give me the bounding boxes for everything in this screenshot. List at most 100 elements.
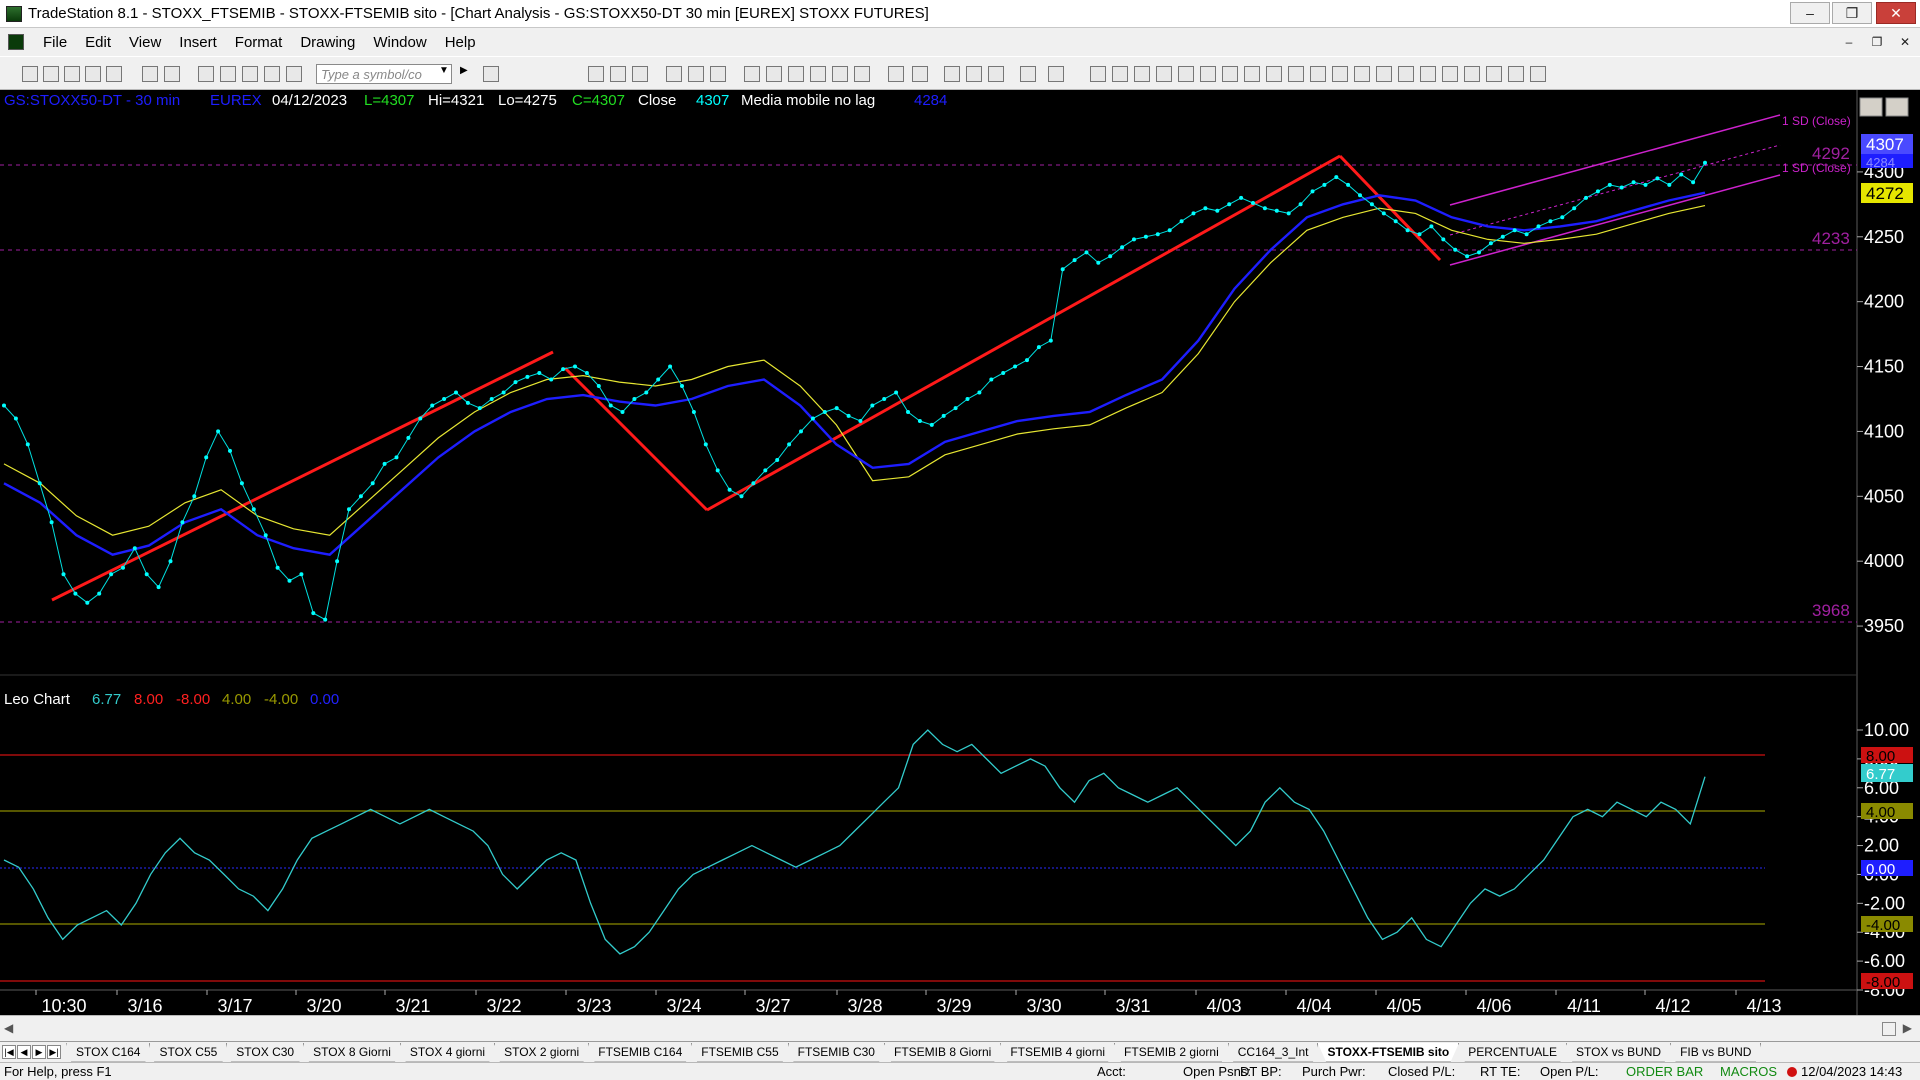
time-axis[interactable]: 10:30 3/16 3/17 3/20 3/21 3/22 3/23 3/24 3/27 3/2…: [35, 990, 1782, 1016]
data-window-icon[interactable]: [744, 66, 760, 82]
minimize-button[interactable]: –: [1790, 2, 1830, 24]
tab-stox-c164[interactable]: STOX C164: [66, 1042, 151, 1062]
horizontal-scrollbar[interactable]: ◀ ▶: [0, 1015, 1920, 1041]
indicator-icon[interactable]: [666, 66, 682, 82]
trendline-icon[interactable]: [1090, 66, 1106, 82]
tab-ftsemib-c164[interactable]: FTSEMIB C164: [588, 1042, 693, 1062]
cycle-lines-icon[interactable]: [1354, 66, 1370, 82]
new-workspace-icon[interactable]: [64, 66, 80, 82]
tab-fib-vs-bund[interactable]: FIB vs BUND: [1670, 1042, 1762, 1062]
lock-icon[interactable]: [242, 66, 258, 82]
tab-stox-c55[interactable]: STOX C55: [149, 1042, 228, 1062]
symbol-go-icon[interactable]: ▶: [460, 65, 468, 76]
menu-help[interactable]: Help: [436, 34, 485, 51]
chart-area[interactable]: GS:STOXX50-DT - 30 min EUREX 04/12/2023 …: [0, 90, 1920, 1016]
pointer-icon[interactable]: [944, 66, 960, 82]
status-macros[interactable]: MACROS: [1720, 1064, 1777, 1079]
pane-maximize-button[interactable]: [1885, 97, 1909, 117]
tab-stox-vs-bund[interactable]: STOX vs BUND: [1565, 1042, 1672, 1062]
tab-stox-4-giorni[interactable]: STOX 4 giorni: [399, 1042, 496, 1062]
trendline-uptrend-2[interactable]: [706, 154, 1341, 512]
ellipse-icon[interactable]: [1486, 66, 1502, 82]
tab-first-icon[interactable]: |◀: [2, 1045, 16, 1059]
channel-icon[interactable]: [1156, 66, 1172, 82]
scroll-left-icon[interactable]: ◀: [4, 1021, 13, 1035]
andrews-pitchfork-icon[interactable]: [1222, 66, 1238, 82]
open-icon[interactable]: [43, 66, 59, 82]
format-window-icon[interactable]: [710, 66, 726, 82]
tab-cc164-3-int[interactable]: CC164_3_Int: [1227, 1042, 1319, 1062]
bar-spacing-icon[interactable]: [810, 66, 826, 82]
ma-yellow-line[interactable]: [3, 205, 1706, 536]
chart-window-icon[interactable]: [8, 34, 24, 50]
erase-icon[interactable]: [1048, 66, 1064, 82]
channel-lower-line[interactable]: [1449, 174, 1781, 266]
format-icon[interactable]: [264, 66, 280, 82]
chart-canvas[interactable]: GS:STOXX50-DT - 30 min EUREX 04/12/2023 …: [0, 90, 1920, 1016]
drawing-object-icon[interactable]: [1020, 66, 1036, 82]
tools-icon[interactable]: [988, 66, 1004, 82]
print-preview-icon[interactable]: [142, 66, 158, 82]
vertical-lines-icon[interactable]: [1112, 66, 1128, 82]
tab-prev-icon[interactable]: ◀: [17, 1045, 31, 1059]
close-button[interactable]: ✕: [1876, 2, 1916, 24]
tab-ftsemib-4-giorni[interactable]: FTSEMIB 4 giorni: [1000, 1042, 1116, 1062]
trendline-downtrend-1[interactable]: [563, 366, 709, 512]
tab-percentuale[interactable]: PERCENTUALE: [1458, 1042, 1567, 1062]
time-scale-icon[interactable]: [854, 66, 870, 82]
restore-button[interactable]: ❐: [1832, 2, 1872, 24]
price-axis[interactable]: 43004250420041504100405040003950: [1857, 162, 1904, 636]
tab-last-icon[interactable]: ▶|: [47, 1045, 61, 1059]
bar-chart-icon[interactable]: [610, 66, 626, 82]
mdi-restore-button[interactable]: ❐: [1866, 32, 1888, 52]
horizontal-lines-icon[interactable]: [1134, 66, 1150, 82]
text-abc-icon[interactable]: [1530, 66, 1546, 82]
window-alt-icon[interactable]: [220, 66, 236, 82]
andrews-icon[interactable]: [1376, 66, 1392, 82]
save-icon[interactable]: [106, 66, 122, 82]
rectangle-icon[interactable]: [1508, 66, 1524, 82]
tab-stox-8-giorni[interactable]: STOX 8 Giorni: [303, 1042, 401, 1062]
tab-next-icon[interactable]: ▶: [32, 1045, 46, 1059]
trendline-uptrend-1[interactable]: [51, 350, 554, 602]
menu-drawing[interactable]: Drawing: [291, 34, 364, 51]
globe-icon[interactable]: [286, 66, 302, 82]
regression-channel-icon[interactable]: [1266, 66, 1282, 82]
new-icon[interactable]: [22, 66, 38, 82]
arrow-up-icon[interactable]: [1464, 66, 1480, 82]
mdi-minimize-button[interactable]: –: [1838, 32, 1860, 52]
pane-minimize-button[interactable]: [1859, 97, 1883, 117]
pen-icon[interactable]: [1420, 66, 1436, 82]
channel-upper-line[interactable]: [1449, 114, 1781, 206]
trendline-downtrend-2[interactable]: [1338, 154, 1442, 262]
chart-type-icon[interactable]: [588, 66, 604, 82]
symbol-dropdown-icon[interactable]: ▼: [439, 65, 449, 76]
speed-lines-icon[interactable]: [1178, 66, 1194, 82]
tab-ftsemib-2-giorni[interactable]: FTSEMIB 2 giorni: [1114, 1042, 1229, 1062]
zoom-in-icon[interactable]: [888, 66, 904, 82]
copy-icon[interactable]: [85, 66, 101, 82]
menu-edit[interactable]: Edit: [76, 34, 120, 51]
ma-blue-line[interactable]: [3, 191, 1706, 556]
symbol-input[interactable]: Type a symbol/co: [316, 64, 452, 84]
tab-stoxx-ftsemib-sito[interactable]: STOXX-FTSEMIB sito: [1317, 1042, 1460, 1062]
tab-ftsemib-8-giorni[interactable]: FTSEMIB 8 Giorni: [883, 1042, 1002, 1062]
split-icon[interactable]: [788, 66, 804, 82]
fib-icon[interactable]: [1200, 66, 1216, 82]
menu-format[interactable]: Format: [226, 34, 292, 51]
scroll-right-icon[interactable]: ▶: [1903, 1021, 1912, 1035]
close-price-line[interactable]: [3, 162, 1706, 621]
menu-insert[interactable]: Insert: [170, 34, 226, 51]
gann-fan-icon[interactable]: [1244, 66, 1260, 82]
strategy-icon[interactable]: [688, 66, 704, 82]
leo-chart-line[interactable]: [3, 729, 1706, 955]
price-scale-icon[interactable]: [832, 66, 848, 82]
menu-view[interactable]: View: [120, 34, 170, 51]
channel-mid-line[interactable]: [1449, 144, 1781, 236]
tab-ftsemib-c55[interactable]: FTSEMIB C55: [691, 1042, 789, 1062]
tab-ftsemib-c30[interactable]: FTSEMIB C30: [787, 1042, 885, 1062]
window-icon[interactable]: [198, 66, 214, 82]
tab-stox-2-giorni[interactable]: STOX 2 giorni: [494, 1042, 590, 1062]
tracking-icon[interactable]: [766, 66, 782, 82]
grid-icon[interactable]: [632, 66, 648, 82]
